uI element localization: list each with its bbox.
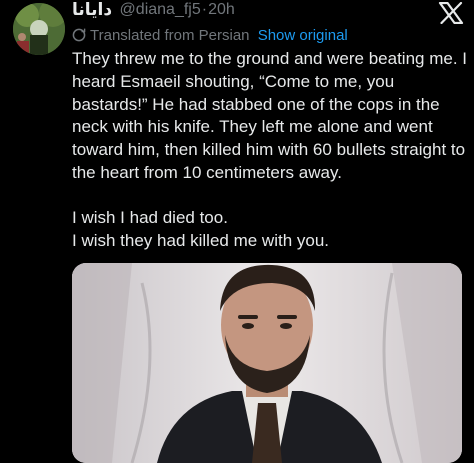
post-header: دایانا @diana_fj5·20h (72, 0, 474, 22)
show-original-link[interactable]: Show original (258, 27, 348, 44)
globe-icon (72, 28, 86, 42)
translation-row: Translated from Persian Show original (72, 27, 348, 44)
translated-label: Translated from Persian (90, 27, 250, 44)
post-time[interactable]: 20h (208, 1, 235, 18)
user-handle[interactable]: @diana_fj5 (120, 1, 201, 18)
portrait-photo (72, 263, 462, 463)
x-logo-icon[interactable] (438, 2, 464, 24)
avatar[interactable] (13, 3, 65, 55)
avatar-image (13, 3, 65, 55)
post-media-image[interactable] (72, 263, 462, 463)
post-paragraph: I wish I had died too. I wish they had k… (72, 207, 330, 250)
post-paragraph: They threw me to the ground and were bea… (72, 49, 468, 182)
post-text: They threw me to the ground and were bea… (72, 48, 472, 252)
display-name[interactable]: دایانا (72, 0, 112, 19)
separator-dot: · (201, 1, 208, 18)
